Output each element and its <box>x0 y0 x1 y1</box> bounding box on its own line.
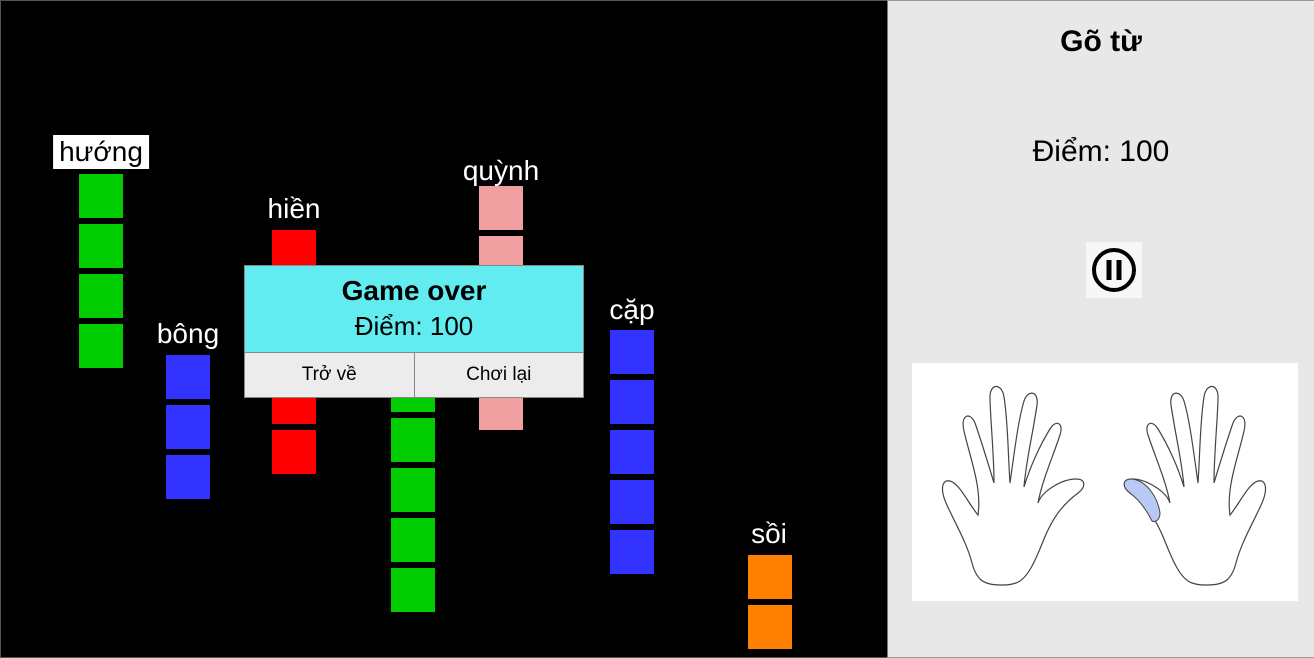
highlighted-thumb-icon <box>1123 478 1161 522</box>
word-block <box>748 555 792 599</box>
word-block <box>166 455 210 499</box>
side-panel: Gõ từ Điểm: 100 <box>887 0 1314 658</box>
word-label-bong: bông <box>156 318 220 349</box>
word-block <box>272 430 316 474</box>
word-block <box>610 530 654 574</box>
word-block <box>391 418 435 462</box>
word-block <box>391 518 435 562</box>
word-block <box>748 605 792 649</box>
word-block <box>79 174 123 218</box>
dialog-title: Game over <box>341 275 487 306</box>
replay-button[interactable]: Chơi lại <box>413 353 583 397</box>
word-block <box>479 186 523 230</box>
dialog-buttons: Trở về Chơi lại <box>245 353 583 397</box>
word-block <box>391 568 435 612</box>
word-block <box>391 468 435 512</box>
dialog-score: Điểm: 100 <box>354 311 474 341</box>
panel-title: Gõ từ <box>1060 25 1142 58</box>
pause-icon <box>1092 248 1136 292</box>
word-block <box>610 380 654 424</box>
word-label-huong: hướng <box>53 135 149 169</box>
word-block <box>610 480 654 524</box>
word-label-hien: hiền <box>267 193 321 224</box>
word-block <box>79 224 123 268</box>
dialog-header: Game over Điểm: 100 <box>245 266 583 353</box>
word-block <box>610 330 654 374</box>
hands-guide <box>912 363 1298 601</box>
word-label-cap: cặp <box>609 294 655 325</box>
game-area: hướng bông hiền quỳnh cặp sồi Game over … <box>0 0 888 658</box>
panel-score: Điểm: 100 <box>1032 135 1170 168</box>
left-hand-icon <box>941 385 1085 586</box>
back-button[interactable]: Trở về <box>245 353 414 397</box>
pause-button[interactable] <box>1086 242 1142 298</box>
hands-icon <box>941 385 1267 586</box>
game-over-dialog: Game over Điểm: 100 Trở về Chơi lại <box>244 265 584 398</box>
word-block <box>166 355 210 399</box>
word-label-quynh: quỳnh <box>462 155 540 186</box>
word-block <box>166 405 210 449</box>
word-block <box>610 430 654 474</box>
word-block <box>79 324 123 368</box>
word-block <box>79 274 123 318</box>
word-label-soi: sồi <box>751 518 787 549</box>
